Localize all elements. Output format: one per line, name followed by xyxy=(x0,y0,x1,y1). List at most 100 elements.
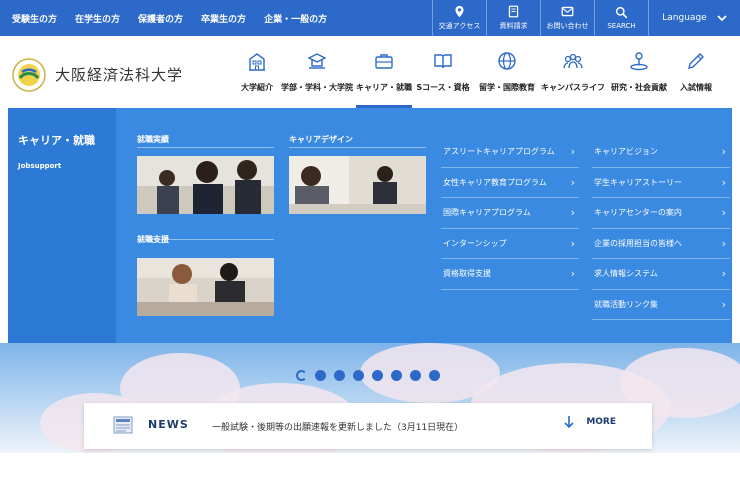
nav-about[interactable]: 大学紹介 xyxy=(236,36,278,108)
link-women-career[interactable]: 女性キャリア教育プログラム › xyxy=(441,168,579,198)
faculty-icon xyxy=(307,53,327,69)
job-results-photo[interactable] xyxy=(137,156,274,214)
mega-menu-title[interactable]: キャリア・就職 xyxy=(18,132,95,148)
university-name[interactable]: 大阪経済法科大学 xyxy=(55,64,183,85)
link-label: 学生キャリアストーリー xyxy=(594,177,682,187)
nav-admissions[interactable]: 入試情報 xyxy=(672,36,720,108)
top-utility-bar: 受験生の方 在学生の方 保護者の方 卒業生の方 企業・一般の方 交通アクセス 資… xyxy=(0,0,740,36)
career-design-photo[interactable] xyxy=(289,156,426,214)
chevron-down-icon xyxy=(717,15,727,22)
slider-dot[interactable] xyxy=(410,370,421,381)
chevron-right-icon: › xyxy=(721,267,726,281)
link-label: アスリートキャリアプログラム xyxy=(443,147,555,157)
search-label: SEARCH xyxy=(607,22,636,30)
globe-icon xyxy=(498,52,516,70)
chevron-right-icon: › xyxy=(721,236,726,250)
nav-admissions-label: 入試情報 xyxy=(680,83,712,92)
access-label: 交通アクセス xyxy=(438,22,481,30)
pen-icon xyxy=(688,53,704,69)
mega-menu-heading-panel: キャリア・就職 Jobsupport xyxy=(8,108,116,343)
section-career-design[interactable]: キャリアデザイン xyxy=(289,134,353,145)
news-bar: NEWS 一般試験・後期等の出願速報を更新しました（3月11日現在） MORE xyxy=(84,403,652,449)
link-job-system[interactable]: 求人情報システム › xyxy=(592,259,730,290)
chevron-right-icon: › xyxy=(570,206,575,220)
link-international-career[interactable]: 国際キャリアプログラム › xyxy=(441,198,579,229)
link-label: インターンシップ xyxy=(443,238,507,248)
slider-dot[interactable] xyxy=(429,370,440,381)
search-icon xyxy=(615,6,628,19)
access-button[interactable]: 交通アクセス xyxy=(432,0,486,36)
contact-button[interactable]: お問い合わせ xyxy=(540,0,594,36)
news-headline[interactable]: 一般試験・後期等の出願速報を更新しました（3月11日現在） xyxy=(212,420,463,433)
audience-link-alumni[interactable]: 卒業生の方 xyxy=(201,12,246,25)
nav-about-label: 大学紹介 xyxy=(241,83,273,92)
nav-s-course-label: Sコース・資格 xyxy=(416,83,470,92)
people-icon xyxy=(563,53,583,69)
nav-faculties-label: 学部・学科・大学院 xyxy=(281,83,353,92)
link-label: 就職活動リンク集 xyxy=(594,299,658,309)
chevron-right-icon: › xyxy=(721,206,726,220)
link-athlete-career[interactable]: アスリートキャリアプログラム › xyxy=(441,137,579,168)
link-student-stories[interactable]: 学生キャリアストーリー › xyxy=(592,168,730,198)
nav-career[interactable]: キャリア・就職 xyxy=(356,36,412,108)
divider xyxy=(289,147,426,148)
briefcase-icon xyxy=(375,54,393,69)
chevron-right-icon: › xyxy=(721,175,726,189)
news-more-link[interactable]: MORE xyxy=(564,415,616,429)
search-button[interactable]: SEARCH xyxy=(594,0,648,36)
link-label: 企業の採用担当の皆様へ xyxy=(594,238,682,248)
slider-dots xyxy=(296,370,440,381)
chevron-right-icon: › xyxy=(721,297,726,311)
link-career-center[interactable]: キャリアセンターの案内 › xyxy=(592,198,730,229)
language-label: Language xyxy=(662,13,707,23)
nav-faculties[interactable]: 学部・学科・大学院 xyxy=(278,36,356,108)
chevron-right-icon: › xyxy=(570,236,575,250)
nav-international[interactable]: 留学・国際教育 xyxy=(474,36,540,108)
chevron-right-icon: › xyxy=(570,267,575,281)
brochure-request-button[interactable]: 資料請求 xyxy=(486,0,540,36)
mail-icon xyxy=(561,6,574,17)
career-links-col1: アスリートキャリアプログラム › 女性キャリア教育プログラム › 国際キャリアプログ… xyxy=(441,137,579,290)
link-internship[interactable]: インターンシップ › xyxy=(441,229,579,259)
chevron-right-icon: › xyxy=(570,145,575,159)
slider-dot[interactable] xyxy=(353,370,364,381)
site-header: 大阪経済法科大学 大学紹介 学部・学科・大学院 キャリア・就職 Sコース・資格 … xyxy=(0,36,740,108)
nav-campus-life[interactable]: キャンパスライフ xyxy=(540,36,606,108)
slider-dot[interactable] xyxy=(296,370,307,381)
chevron-right-icon: › xyxy=(721,145,726,159)
nav-research[interactable]: 研究・社会貢献 xyxy=(606,36,672,108)
arrow-down-icon xyxy=(564,416,574,429)
research-icon xyxy=(630,52,648,71)
link-label: 資格取得支援 xyxy=(443,269,491,279)
link-label: キャリアセンターの案内 xyxy=(594,208,682,218)
nav-research-label: 研究・社会貢献 xyxy=(611,83,667,92)
link-qualification-support[interactable]: 資格取得支援 › xyxy=(441,259,579,290)
audience-link-students[interactable]: 在学生の方 xyxy=(75,12,120,25)
audience-link-parents[interactable]: 保護者の方 xyxy=(138,12,183,25)
more-label: MORE xyxy=(586,417,616,427)
link-job-hunting-links[interactable]: 就職活動リンク集 › xyxy=(592,290,730,320)
building-icon xyxy=(249,53,265,71)
contact-label: お問い合わせ xyxy=(546,22,589,30)
slider-dot[interactable] xyxy=(315,370,326,381)
divider xyxy=(137,239,274,240)
map-pin-icon xyxy=(455,5,464,18)
link-label: 国際キャリアプログラム xyxy=(443,208,531,218)
newspaper-icon xyxy=(113,416,133,434)
brochure-label: 資料請求 xyxy=(499,22,528,30)
mega-menu-subtitle: Jobsupport xyxy=(18,162,62,170)
nav-s-course[interactable]: Sコース・資格 xyxy=(412,36,474,108)
audience-link-corporate[interactable]: 企業・一般の方 xyxy=(264,12,327,25)
language-select[interactable]: Language xyxy=(648,0,740,36)
job-support-photo[interactable] xyxy=(137,258,274,316)
chevron-right-icon: › xyxy=(570,175,575,189)
audience-link-prospective[interactable]: 受験生の方 xyxy=(12,12,57,25)
slider-dot[interactable] xyxy=(334,370,345,381)
link-for-recruiters[interactable]: 企業の採用担当の皆様へ › xyxy=(592,229,730,259)
university-logo[interactable] xyxy=(12,58,46,92)
slider-dot[interactable] xyxy=(372,370,383,381)
slider-dot[interactable] xyxy=(391,370,402,381)
section-job-results[interactable]: 就職実績 xyxy=(137,134,169,145)
career-mega-menu: キャリア・就職 Jobsupport 就職実績 就職支援 キャリアデザイン アス… xyxy=(8,108,732,343)
link-career-vision[interactable]: キャリアビジョン › xyxy=(592,137,730,168)
